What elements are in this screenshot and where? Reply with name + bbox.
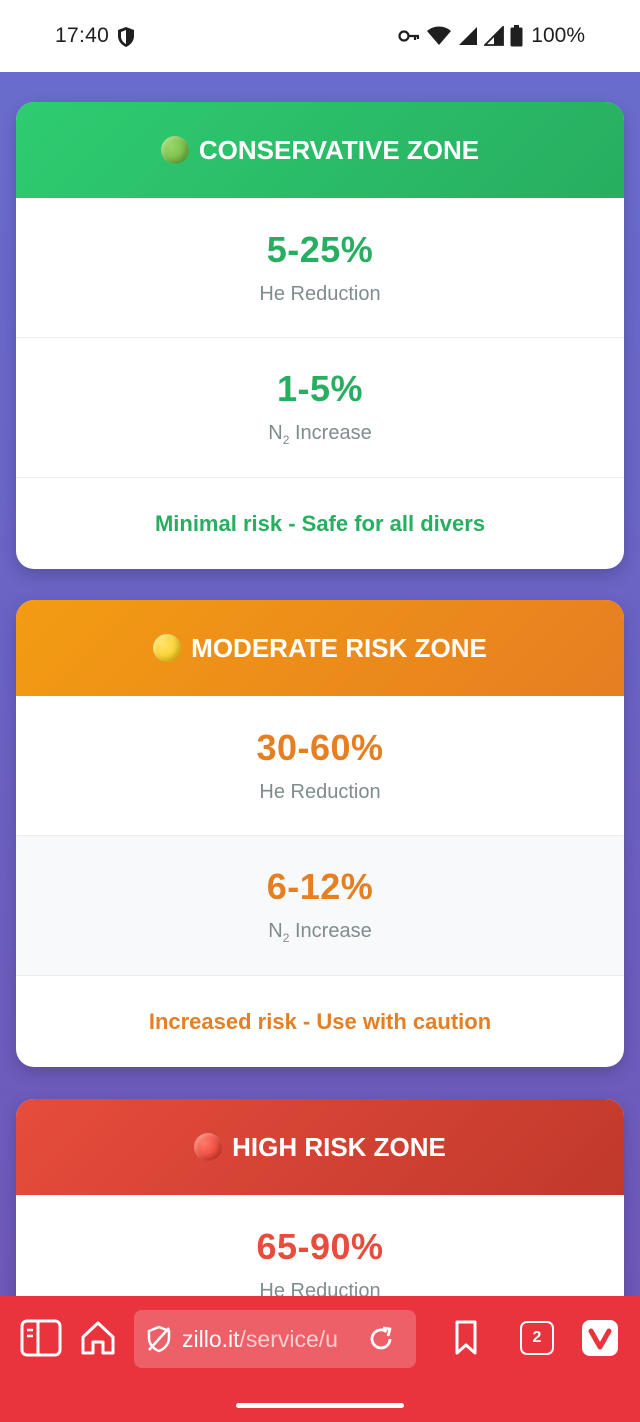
he-reduction-value: 5-25% — [266, 229, 374, 270]
url-text: zillo.it/service/u — [182, 1325, 338, 1352]
n2-increase-value: 6-12% — [266, 866, 374, 907]
he-reduction-label: He Reduction — [259, 781, 381, 803]
zone-header: HIGH RISK ZONE — [16, 1099, 624, 1195]
home-icon[interactable] — [79, 1319, 117, 1357]
vivaldi-menu-icon[interactable] — [582, 1320, 618, 1356]
reload-icon[interactable] — [366, 1324, 396, 1354]
conservative-zone-card: CONSERVATIVE ZONE 5-25% He Reduction 1-5… — [16, 102, 624, 569]
red-circle-icon — [194, 1133, 223, 1161]
risk-note: Increased risk - Use with caution — [148, 1009, 492, 1034]
vpn-key-icon — [398, 30, 420, 42]
signal-icon — [484, 26, 505, 46]
high-risk-zone-card: HIGH RISK ZONE 65-90% He Reduction — [16, 1099, 624, 1296]
tab-switcher-button[interactable]: 2 — [520, 1321, 554, 1355]
n2-increase-row: 6-12% N2 Increase — [16, 836, 624, 976]
zone-header: MODERATE RISK ZONE — [16, 600, 624, 696]
yellow-circle-icon — [153, 634, 182, 662]
status-time: 17:40 — [55, 24, 110, 47]
home-indicator[interactable] — [236, 1403, 404, 1408]
zone-title: CONSERVATIVE ZONE — [198, 134, 480, 165]
he-reduction-value: 30-60% — [256, 727, 384, 768]
he-reduction-value: 65-90% — [256, 1226, 384, 1267]
moderate-zone-card: MODERATE RISK ZONE 30-60% He Reduction 6… — [16, 600, 624, 1067]
he-reduction-label: He Reduction — [259, 283, 381, 305]
n2-increase-label: N2 Increase — [268, 920, 372, 945]
he-reduction-row: 30-60% He Reduction — [16, 696, 624, 836]
risk-note: Minimal risk - Safe for all divers — [154, 511, 486, 536]
n2-increase-row: 1-5% N2 Increase — [16, 338, 624, 478]
status-bar: 17:40 100% — [0, 0, 640, 72]
battery-icon — [510, 25, 523, 47]
green-circle-icon — [160, 136, 189, 164]
wifi-icon — [427, 26, 452, 45]
he-reduction-row: 65-90% He Reduction — [16, 1195, 624, 1296]
battery-percent: 100% — [531, 24, 585, 47]
panel-icon[interactable] — [20, 1319, 62, 1357]
n2-increase-label: N2 Increase — [268, 422, 372, 447]
zone-header: CONSERVATIVE ZONE — [16, 102, 624, 198]
he-reduction-label: He Reduction — [259, 1280, 381, 1296]
he-reduction-row: 5-25% He Reduction — [16, 198, 624, 338]
signal-icon — [459, 27, 478, 45]
status-icons: 100% — [398, 24, 585, 48]
zone-title: HIGH RISK ZONE — [232, 1131, 446, 1162]
shield-icon — [118, 27, 134, 47]
n2-increase-value: 1-5% — [276, 368, 364, 409]
address-bar[interactable]: zillo.it/service/u — [134, 1310, 416, 1368]
page-content: CONSERVATIVE ZONE 5-25% He Reduction 1-5… — [0, 72, 640, 1296]
bookmark-icon[interactable] — [454, 1319, 478, 1357]
insecure-shield-icon — [147, 1325, 171, 1353]
zone-title: MODERATE RISK ZONE — [191, 632, 487, 663]
